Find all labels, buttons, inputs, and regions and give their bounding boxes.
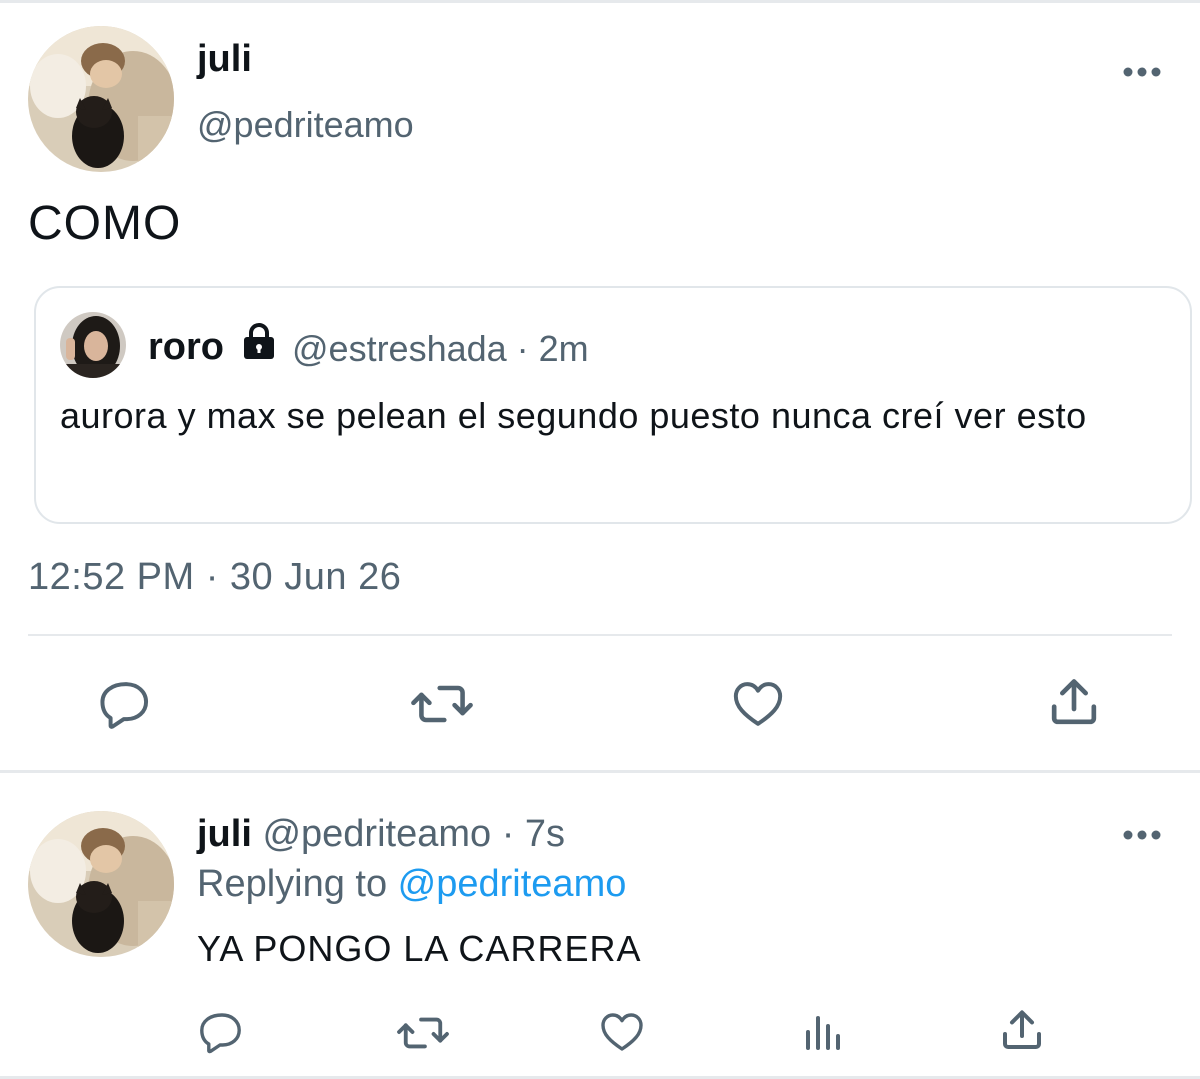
reply-author-avatar[interactable] <box>28 811 174 957</box>
tweet-divider <box>0 770 1200 773</box>
reply-header: juli @pedriteamo · 7s <box>197 813 565 856</box>
tweet-timestamp[interactable]: 12:52 PM · 30 Jun 26 <box>28 556 401 599</box>
author-handle[interactable]: @pedriteamo <box>197 104 414 146</box>
reply-author-name[interactable]: juli <box>197 813 252 855</box>
reply-handle-time: @pedriteamo · 7s <box>251 813 566 855</box>
replying-to-mention[interactable]: @pedriteamo <box>398 863 627 905</box>
reply-icon[interactable] <box>98 676 154 732</box>
avatar-photo-icon <box>28 811 174 957</box>
retweet-icon[interactable] <box>410 676 474 732</box>
more-options-icon[interactable] <box>1122 829 1162 841</box>
divider <box>28 634 1172 636</box>
tweet-text: COMO <box>28 197 182 250</box>
share-icon[interactable] <box>998 1006 1046 1054</box>
author-name[interactable]: juli <box>197 38 252 81</box>
quoted-tweet-text: aurora y max se pelean el segundo puesto… <box>60 395 1087 436</box>
lock-icon <box>244 323 274 359</box>
avatar-photo-icon <box>28 26 174 172</box>
quoted-handle-time: @estreshada · 2m <box>292 328 589 369</box>
reply-icon[interactable] <box>198 1008 246 1056</box>
replying-to-label: Replying to <box>197 863 398 905</box>
heart-icon[interactable] <box>598 1008 646 1056</box>
author-avatar[interactable] <box>28 26 174 172</box>
quoted-author-avatar[interactable] <box>60 312 126 378</box>
analytics-icon[interactable] <box>800 1008 848 1056</box>
replying-to: Replying to @pedriteamo <box>197 863 626 906</box>
retweet-icon[interactable] <box>396 1010 450 1056</box>
more-options-icon[interactable] <box>1122 66 1162 78</box>
quoted-author-name[interactable]: roro <box>148 326 224 369</box>
reply-tweet-text: YA PONGO LA CARRERA <box>197 928 642 969</box>
top-divider <box>0 0 1200 3</box>
quoted-avatar-photo-icon <box>60 312 126 378</box>
share-icon[interactable] <box>1046 674 1102 730</box>
heart-icon[interactable] <box>730 676 786 732</box>
